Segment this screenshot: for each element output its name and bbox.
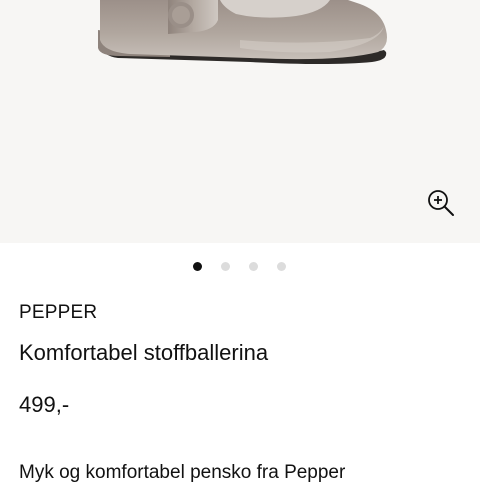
product-brand[interactable]: PEPPER [19, 302, 97, 324]
product-image-gallery[interactable] [0, 0, 480, 243]
pagination-dot[interactable] [249, 262, 258, 271]
gallery-pagination [0, 262, 480, 272]
pagination-dot[interactable] [221, 262, 230, 271]
product-image[interactable] [0, 0, 480, 243]
zoom-button[interactable] [424, 186, 460, 222]
product-description: Myk og komfortabel penskо fra Pepper [19, 462, 346, 483]
pagination-dot-active[interactable] [193, 262, 202, 271]
product-title: Komfortabel stoffballerina [19, 340, 269, 365]
pagination-dot[interactable] [277, 262, 286, 271]
product-price: 499,- [19, 392, 70, 417]
zoom-in-icon [428, 190, 454, 216]
